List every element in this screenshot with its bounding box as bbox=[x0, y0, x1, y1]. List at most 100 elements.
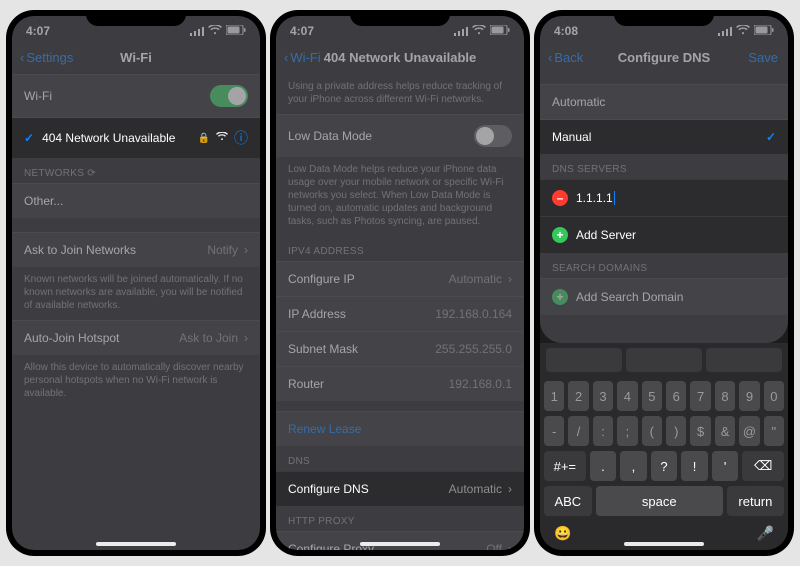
wifi-toggle-on[interactable] bbox=[210, 85, 248, 107]
back-label: Settings bbox=[26, 50, 73, 65]
add-icon[interactable]: + bbox=[552, 227, 568, 243]
connected-network-row[interactable]: ✓404 Network Unavailable 🔒 ⓘ bbox=[12, 118, 260, 158]
key-delete[interactable]: ⌫ bbox=[742, 451, 784, 481]
info-icon[interactable]: ⓘ bbox=[234, 128, 248, 148]
subnet-label: Subnet Mask bbox=[288, 342, 358, 356]
key-:[interactable]: : bbox=[593, 416, 613, 446]
checkmark-icon: ✓ bbox=[24, 131, 34, 145]
low-data-mode-row[interactable]: Low Data Mode bbox=[276, 114, 524, 157]
key-/[interactable]: / bbox=[568, 416, 588, 446]
auto-join-hotspot-row[interactable]: Auto-Join Hotspot Ask to Join› bbox=[12, 320, 260, 355]
key-;[interactable]: ; bbox=[617, 416, 637, 446]
ipv4-header: IPV4 ADDRESS bbox=[276, 236, 524, 261]
page-title: Wi-Fi bbox=[120, 50, 152, 65]
manual-row[interactable]: Manual ✓ bbox=[540, 120, 788, 154]
key-([interactable]: ( bbox=[642, 416, 662, 446]
chevron-right-icon: › bbox=[508, 272, 512, 286]
page-title: Configure DNS bbox=[618, 50, 710, 65]
automatic-row[interactable]: Automatic bbox=[540, 84, 788, 120]
notch bbox=[350, 10, 450, 26]
key-)[interactable]: ) bbox=[666, 416, 686, 446]
home-indicator[interactable] bbox=[96, 542, 176, 546]
key-$[interactable]: $ bbox=[690, 416, 710, 446]
dns-servers-header: DNS SERVERS bbox=[540, 154, 788, 179]
proxy-header: HTTP PROXY bbox=[276, 506, 524, 531]
key-symbols[interactable]: #+= bbox=[544, 451, 586, 481]
text-cursor bbox=[614, 191, 616, 205]
key-6[interactable]: 6 bbox=[666, 381, 686, 411]
key-?[interactable]: ? bbox=[651, 451, 678, 481]
suggestion-slot[interactable] bbox=[626, 348, 702, 372]
keyboard-suggestions bbox=[544, 348, 784, 376]
subnet-mask-row: Subnet Mask 255.255.255.0 bbox=[276, 332, 524, 367]
add-search-domain-row[interactable]: + Add Search Domain bbox=[540, 278, 788, 315]
ask-to-join-row[interactable]: Ask to Join Networks Notify› bbox=[12, 232, 260, 267]
notch bbox=[86, 10, 186, 26]
dns-server-entry-row[interactable]: –1.1.1.1 bbox=[540, 179, 788, 217]
back-button[interactable]: ‹Back bbox=[548, 50, 583, 65]
key--[interactable]: - bbox=[544, 416, 564, 446]
key-@[interactable]: @ bbox=[739, 416, 759, 446]
key-5[interactable]: 5 bbox=[642, 381, 662, 411]
save-button[interactable]: Save bbox=[748, 50, 778, 65]
keyboard[interactable]: 1234567890 -/:;()$&@" #+= .,?!' ⌫ ABC sp… bbox=[540, 343, 788, 550]
key-'[interactable]: ' bbox=[712, 451, 739, 481]
key-space[interactable]: space bbox=[596, 486, 723, 516]
add-domain-label: Add Search Domain bbox=[576, 290, 683, 304]
mic-key-icon[interactable]: 🎤 bbox=[757, 525, 774, 542]
wifi-toggle-row[interactable]: Wi-Fi bbox=[12, 74, 260, 118]
add-icon[interactable]: + bbox=[552, 289, 568, 305]
home-indicator[interactable] bbox=[360, 542, 440, 546]
remove-icon[interactable]: – bbox=[552, 190, 568, 206]
cellular-icon bbox=[190, 27, 204, 36]
key-![interactable]: ! bbox=[681, 451, 708, 481]
key-,[interactable]: , bbox=[620, 451, 647, 481]
key-7[interactable]: 7 bbox=[690, 381, 710, 411]
phone-network-detail: 4:07 ‹Wi-Fi 404 Network Unavailable Usin… bbox=[270, 10, 530, 556]
low-data-toggle-off[interactable] bbox=[474, 125, 512, 147]
key-9[interactable]: 9 bbox=[739, 381, 759, 411]
key-1[interactable]: 1 bbox=[544, 381, 564, 411]
add-server-row[interactable]: + Add Server bbox=[540, 217, 788, 253]
configure-proxy-row[interactable]: Configure Proxy Off› bbox=[276, 531, 524, 550]
wifi-status-icon bbox=[208, 25, 222, 38]
dns-server-input[interactable]: 1.1.1.1 bbox=[576, 191, 613, 205]
key-3[interactable]: 3 bbox=[593, 381, 613, 411]
key-&[interactable]: & bbox=[715, 416, 735, 446]
home-indicator[interactable] bbox=[624, 542, 704, 546]
back-button[interactable]: ‹Settings bbox=[20, 50, 73, 65]
proxy-value: Off bbox=[486, 542, 502, 550]
renew-lease-row[interactable]: Renew Lease bbox=[276, 411, 524, 446]
back-button[interactable]: ‹Wi-Fi bbox=[284, 50, 321, 65]
key-"[interactable]: " bbox=[764, 416, 784, 446]
ip-address-row: IP Address 192.168.0.164 bbox=[276, 297, 524, 332]
suggestion-slot[interactable] bbox=[706, 348, 782, 372]
key-4[interactable]: 4 bbox=[617, 381, 637, 411]
battery-icon bbox=[490, 25, 510, 38]
configure-dns-value: Automatic bbox=[449, 482, 502, 496]
phone-wifi-settings: 4:07 ‹Settings Wi-Fi Wi-Fi bbox=[6, 10, 266, 556]
router-value: 192.168.0.1 bbox=[449, 377, 512, 391]
lock-icon: 🔒 bbox=[198, 133, 210, 144]
status-time: 4:08 bbox=[554, 24, 578, 38]
emoji-key-icon[interactable]: 😀 bbox=[554, 525, 571, 542]
ask-join-value: Notify bbox=[207, 243, 238, 257]
suggestion-slot[interactable] bbox=[546, 348, 622, 372]
key-.[interactable]: . bbox=[590, 451, 617, 481]
configure-ip-value: Automatic bbox=[449, 272, 502, 286]
add-server-label: Add Server bbox=[576, 228, 636, 242]
configure-dns-row[interactable]: Configure DNS Automatic› bbox=[276, 471, 524, 506]
configure-ip-row[interactable]: Configure IP Automatic› bbox=[276, 261, 524, 297]
key-abc[interactable]: ABC bbox=[544, 486, 592, 516]
search-domains-header: SEARCH DOMAINS bbox=[540, 253, 788, 278]
checkmark-icon: ✓ bbox=[766, 130, 776, 144]
key-8[interactable]: 8 bbox=[715, 381, 735, 411]
wifi-status-icon bbox=[736, 25, 750, 38]
key-return[interactable]: return bbox=[727, 486, 784, 516]
low-data-label: Low Data Mode bbox=[288, 129, 372, 143]
cellular-icon bbox=[718, 27, 732, 36]
chevron-right-icon: › bbox=[244, 331, 248, 345]
other-network-row[interactable]: Other... bbox=[12, 183, 260, 218]
key-0[interactable]: 0 bbox=[764, 381, 784, 411]
key-2[interactable]: 2 bbox=[568, 381, 588, 411]
